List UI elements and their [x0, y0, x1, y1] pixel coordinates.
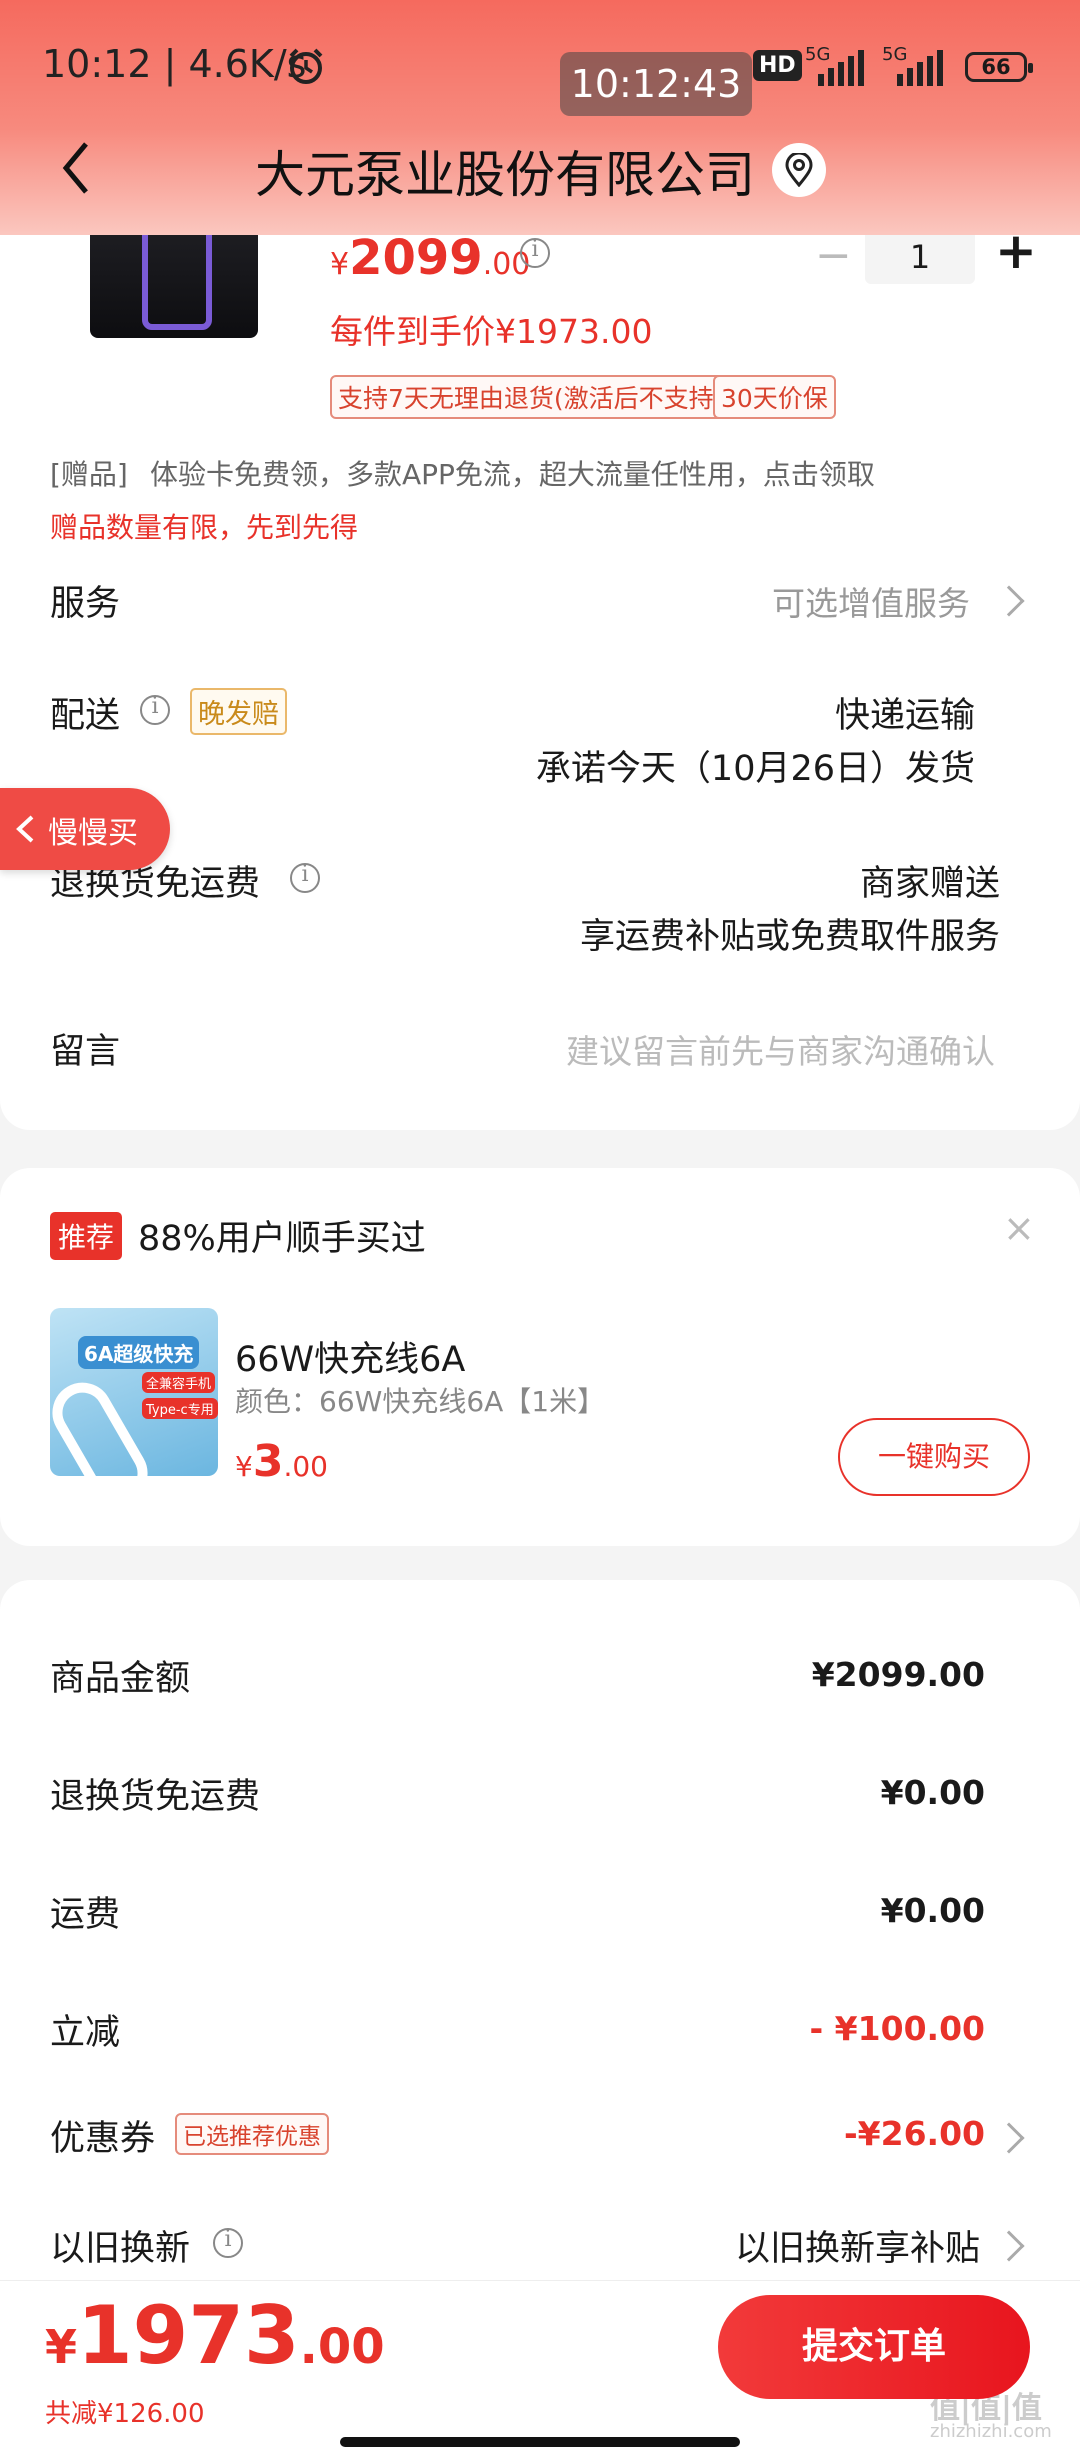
qty-minus-button[interactable]: −: [815, 230, 852, 281]
alarm-icon: [289, 48, 323, 84]
recommend-tag: 推荐: [50, 1212, 123, 1260]
delivery-method: 快递运输: [834, 696, 975, 736]
signal-icon: [818, 50, 864, 86]
net-price: 每件到手价¥1973.00: [330, 312, 653, 351]
slow-buy-label: 慢慢买: [48, 816, 138, 851]
chevron-right-icon: [993, 585, 1025, 617]
thumb-sub2: Type-c专用: [142, 1398, 218, 1419]
chevron-right-icon: [993, 2122, 1025, 2154]
recommend-headline: 88%用户顺手买过: [138, 1219, 426, 1259]
summary-label-tradein: 以旧换新: [50, 2229, 191, 2269]
summary-label-discount: 立减: [50, 2013, 121, 2053]
price-summary-card: 商品金额 ¥2099.00 退换货免运费 ¥0.00 运费 ¥0.00 立减 -…: [0, 1580, 1080, 2280]
summary-label-coupon: 优惠券: [50, 2119, 156, 2159]
delivery-info-icon[interactable]: [140, 694, 170, 725]
price-info-icon[interactable]: [520, 237, 550, 268]
late-compensation-badge: 晚发赔: [190, 688, 287, 735]
qty-value[interactable]: 1: [865, 230, 975, 284]
submit-order-button[interactable]: 提交订单: [718, 2295, 1030, 2399]
tradein-info-icon[interactable]: [213, 2227, 243, 2258]
coupon-badge: 已选推荐优惠: [175, 2113, 329, 2155]
service-value[interactable]: 可选增值服务: [650, 577, 970, 625]
recommend-thumbnail[interactable]: 6A超级快充 全兼容手机 Type-c专用: [50, 1308, 218, 1476]
summary-value-goods: ¥2099.00: [811, 1655, 985, 1694]
thumb-sub1: 全兼容手机: [142, 1372, 216, 1393]
chevron-right-icon: [993, 2230, 1025, 2262]
order-detail-card: ¥2099.00 − 1 + 每件到手价¥1973.00 支持7天无理由退货(激…: [0, 150, 1080, 1130]
summary-label-shipping: 运费: [50, 1895, 121, 1935]
return-policy-tag: 支持7天无理由退货(激活后不支持): [330, 375, 732, 419]
total-saved: 共减¥126.00: [45, 2399, 205, 2429]
battery-icon: 66: [965, 52, 1033, 82]
header: 10:12 | 4.6K/s 10:12:43 HD 5G 5G 66 大元泵业…: [0, 0, 1080, 235]
clock-toast: 10:12:43: [560, 52, 752, 116]
watermark-url: zhizhizhi.com: [930, 2421, 1052, 2442]
hd-badge: HD: [753, 50, 802, 81]
home-indicator[interactable]: [340, 2437, 740, 2447]
delivery-label: 配送: [50, 696, 121, 736]
signal-icon-2: [897, 50, 943, 86]
service-label: 服务: [50, 584, 121, 624]
back-arrow-icon[interactable]: [56, 138, 96, 198]
summary-value-tradein[interactable]: 以旧换新享补贴: [600, 2220, 980, 2271]
gift-text[interactable]: 体验卡免费领，多款APP免流，超大流量任性用，点击领取: [150, 453, 875, 493]
close-icon[interactable]: ×: [1003, 1206, 1035, 1250]
summary-value-discount: - ¥100.00: [809, 2009, 986, 2048]
summary-value-return: ¥0.00: [880, 1773, 985, 1812]
chevron-left-icon: [16, 815, 34, 843]
total-price: ¥1973.00: [45, 2289, 385, 2382]
slow-buy-floating-button[interactable]: 慢慢买: [0, 788, 170, 870]
thumb-badge: 6A超级快充: [78, 1336, 200, 1369]
recommend-price: ¥3.00: [235, 1436, 328, 1487]
page-title: 大元泵业股份有限公司: [255, 146, 755, 204]
status-time: 10:12 | 4.6K/s: [42, 42, 307, 86]
gift-label: [赠品]: [50, 458, 128, 491]
return-fee-line1: 商家赠送: [859, 864, 1000, 904]
delivery-promise: 承诺今天（10月26日）发货: [535, 749, 975, 789]
gift-note: 赠品数量有限，先到先得: [50, 511, 359, 544]
return-fee-info-icon[interactable]: [290, 862, 320, 893]
return-fee-line2: 享运费补贴或免费取件服务: [579, 917, 1000, 957]
recommend-spec: 颜色：66W快充线6A【1米】: [235, 1385, 606, 1418]
summary-value-coupon[interactable]: -¥26.00: [680, 2114, 985, 2153]
location-button[interactable]: [772, 143, 826, 197]
recommend-name[interactable]: 66W快充线6A: [235, 1331, 465, 1382]
price-protect-tag: 30天价保: [713, 375, 836, 419]
location-pin-icon: [785, 153, 813, 187]
message-label: 留言: [50, 1032, 121, 1072]
one-click-buy-button[interactable]: 一键购买: [838, 1418, 1030, 1496]
summary-label-goods: 商品金额: [50, 1659, 191, 1699]
product-price: ¥2099.00: [330, 230, 531, 286]
summary-label-return: 退换货免运费: [50, 1777, 261, 1817]
message-input[interactable]: 建议留言前先与商家沟通确认: [430, 1025, 995, 1073]
summary-value-shipping: ¥0.00: [880, 1891, 985, 1930]
recommend-card: 推荐 88%用户顺手买过 × 6A超级快充 全兼容手机 Type-c专用 66W…: [0, 1168, 1080, 1546]
